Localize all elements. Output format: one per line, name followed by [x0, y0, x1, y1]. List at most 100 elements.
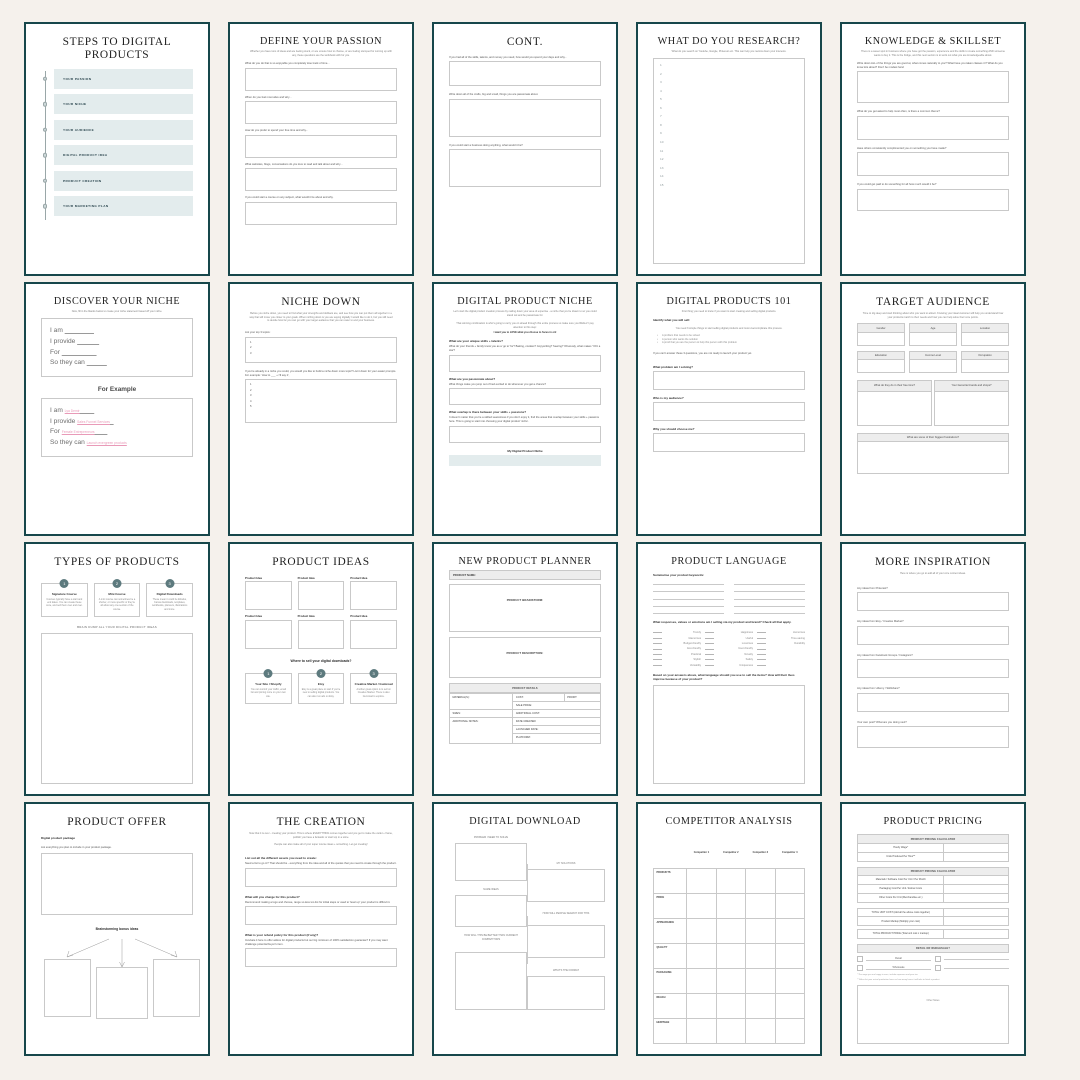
answer-field[interactable] [245, 134, 397, 158]
checkbox-item[interactable]: Practical [653, 653, 701, 656]
checkbox-item[interactable] [757, 647, 805, 650]
flow-box[interactable] [527, 976, 605, 1011]
cell[interactable] [686, 918, 717, 944]
niche-result-field[interactable] [449, 454, 601, 466]
field-input[interactable] [961, 332, 1009, 346]
answer-field[interactable] [653, 401, 805, 421]
worksheet-card-product-offer[interactable]: PRODUCT OFFER Digital product package Li… [24, 802, 210, 1056]
cell[interactable] [774, 968, 806, 994]
checkbox-item[interactable]: Eco-friendly [653, 647, 701, 650]
checkbox-item[interactable]: Novelty [705, 653, 753, 656]
worksheet-card-competitor-analysis[interactable]: COMPETITOR ANALYSIS Competitor 1 Competi… [636, 802, 822, 1056]
idea-field[interactable] [350, 581, 397, 611]
checkbox-item[interactable]: Budget-friendly [653, 642, 701, 645]
keyword-line[interactable] [734, 609, 805, 615]
keyword-line[interactable] [653, 594, 724, 600]
flow-box[interactable] [455, 843, 527, 882]
answer-field[interactable] [653, 684, 805, 784]
answer-field[interactable] [857, 692, 1009, 712]
field-input[interactable] [909, 332, 957, 346]
checkbox[interactable] [935, 956, 941, 963]
answer-field[interactable] [449, 388, 601, 406]
answer-field[interactable] [449, 149, 601, 188]
package-field[interactable] [41, 852, 193, 915]
retail-wholesale-row[interactable]: Retail [857, 956, 1009, 963]
worksheet-card-product-language[interactable]: PRODUCT LANGUAGE Summarise your product … [636, 542, 822, 796]
worksheet-card-more-inspiration[interactable]: MORE INSPIRATION Here is where you go to… [840, 542, 1026, 796]
worksheet-card-digital-download[interactable]: DIGITAL DOWNLOAD PROBLEM I NEED TO SOLVE… [432, 802, 618, 1056]
idea-field[interactable] [297, 581, 345, 611]
product-details-table[interactable]: MATERIAL(S): COST: PROFIT: SALE PRICE: SIZ… [448, 692, 602, 744]
cell[interactable] [745, 993, 776, 1019]
field-input[interactable] [961, 360, 1009, 374]
niche-statement-blank[interactable]: I am I provide For So they can [41, 318, 193, 377]
answer-field[interactable] [653, 432, 805, 452]
checkbox-item[interactable]: Luxurious [705, 642, 753, 645]
cell[interactable] [745, 893, 776, 919]
flow-box[interactable] [455, 952, 527, 1011]
cell[interactable] [745, 868, 776, 894]
idea-field[interactable] [245, 620, 292, 650]
worksheet-card-types-of-products[interactable]: TYPES OF PRODUCTS 1 Signature Course Cours… [24, 542, 210, 796]
pricing-row[interactable]: TOTAL PRODUCT PRICE (Total unit cost x m… [857, 929, 1009, 939]
numbered-list[interactable]: 1 2 3 4 5 6 7 8 9 10 11 12 13 14 15 [653, 58, 805, 264]
worksheet-card-product-ideas[interactable]: PRODUCT IDEAS Product Idea Product Idea … [228, 542, 414, 796]
cell[interactable] [715, 868, 747, 894]
cell[interactable] [715, 943, 747, 969]
cell[interactable] [745, 968, 776, 994]
answer-field[interactable] [245, 201, 397, 225]
answer-field[interactable] [449, 98, 601, 137]
checkbox-item[interactable]: Glamorous [653, 637, 701, 640]
cell[interactable] [715, 968, 747, 994]
keyword-line[interactable] [734, 594, 805, 600]
keyword-line[interactable] [734, 602, 805, 607]
checkbox-item[interactable]: Durability [757, 642, 805, 645]
flow-box[interactable] [527, 869, 605, 903]
worksheet-card-product-pricing[interactable]: PRODUCT PRICING PRODUCT PRICING CALCULAT… [840, 802, 1026, 1056]
pricing-row[interactable]: Materials / Software Cost Per Unit / Per… [857, 876, 1009, 885]
brainstorm-field[interactable]: PRODUCT BRAINSTORM: [449, 584, 601, 633]
cell[interactable] [686, 893, 717, 919]
checkbox-item[interactable]: Happiness [705, 631, 753, 634]
product-name-label[interactable]: PRODUCT NAME: [449, 570, 601, 581]
checkbox-item[interactable]: User-friendly [705, 647, 753, 650]
keyword-line[interactable] [653, 609, 724, 615]
cell[interactable] [715, 993, 747, 1019]
checkbox-item[interactable]: Stylish [653, 658, 701, 661]
worksheet-card-cont[interactable]: CONT. If you had all of the skills, tale… [432, 22, 618, 276]
pricing-row[interactable]: Other Costs Per Unit (Merchandise etc.) [857, 893, 1009, 903]
answer-field[interactable] [857, 625, 1009, 645]
pricing-row[interactable]: Packaging Cost Per Unit / Extras Costs [857, 884, 1009, 894]
pricing-row[interactable]: Product Markup (Multiply your cost) [857, 917, 1009, 927]
answer-field[interactable] [245, 168, 397, 192]
worksheet-card-the-creation[interactable]: THE CREATION Now that it is over - creat… [228, 802, 414, 1056]
worksheet-card-niche-down[interactable]: NICHE DOWN Before you niche down, you ne… [228, 282, 414, 536]
answer-field[interactable] [245, 948, 397, 968]
cell[interactable] [774, 893, 806, 919]
attributes-checklist[interactable]: Trendy Happiness Humorous Glamorous Useful T… [653, 631, 805, 667]
worksheet-card-knowledge-skillset[interactable]: KNOWLEDGE & SKILLSET There is a sweet sp… [840, 22, 1026, 276]
cell[interactable] [686, 868, 717, 894]
cell[interactable] [774, 1018, 806, 1044]
pricing-input[interactable] [944, 930, 1008, 938]
worksheet-card-what-do-you-research[interactable]: WHAT DO YOU RESEARCH? What do you search… [636, 22, 822, 276]
pricing-row[interactable]: Units Produced Per Hour** [857, 852, 1009, 862]
answer-field[interactable] [245, 67, 397, 91]
worksheet-card-steps-to-digital-products[interactable]: STEPS TO DIGITAL PRODUCTS YOUR PASSION Y… [24, 22, 210, 276]
cell[interactable] [686, 968, 717, 994]
worksheet-card-discover-your-niche[interactable]: DISCOVER YOUR NICHE Now, fill in the bla… [24, 282, 210, 536]
worksheet-card-target-audience[interactable]: TARGET AUDIENCE Time to dig deep and sta… [840, 282, 1026, 536]
cell[interactable] [745, 1018, 776, 1044]
bonus-box[interactable] [96, 967, 148, 1020]
cell[interactable] [745, 918, 776, 944]
keyword-line[interactable] [653, 579, 724, 585]
answer-field[interactable] [245, 101, 397, 125]
pricing-input[interactable] [944, 844, 1008, 852]
pricing-input[interactable] [944, 909, 1008, 917]
answer-field[interactable] [857, 152, 1009, 177]
other-notes-field[interactable]: Other Notes [857, 984, 1009, 1044]
checkbox-item[interactable]: Humorous [757, 631, 805, 634]
brain-dump-field[interactable] [41, 633, 193, 784]
answer-field[interactable] [857, 726, 1009, 749]
answer-field[interactable] [449, 354, 601, 372]
